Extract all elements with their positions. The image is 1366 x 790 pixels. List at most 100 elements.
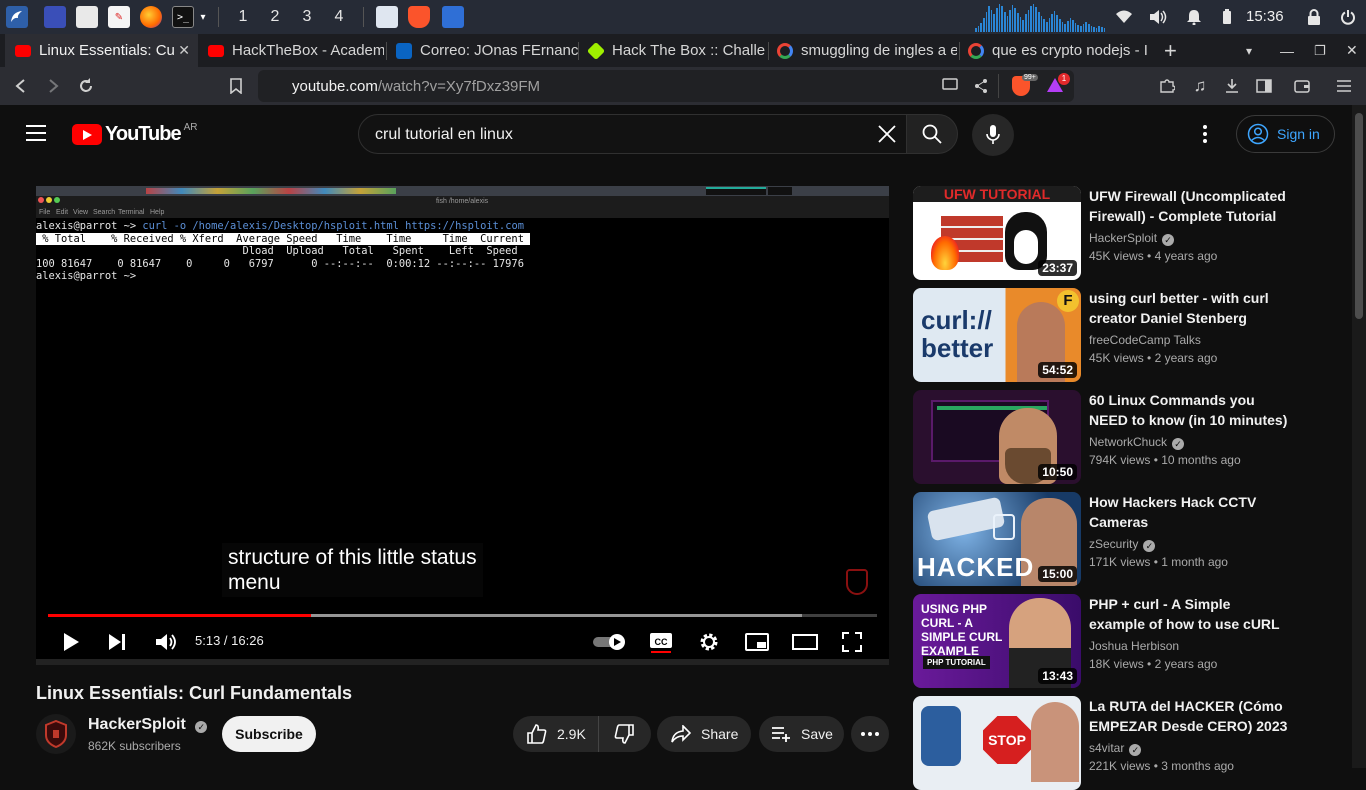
fullscreen-icon[interactable] <box>841 630 863 654</box>
clear-search-icon[interactable] <box>877 124 897 149</box>
minimize-window-icon[interactable]: — <box>1270 34 1294 67</box>
reload-icon[interactable] <box>75 75 97 97</box>
show-desktop-icon[interactable] <box>44 6 66 28</box>
autoplay-toggle[interactable] <box>593 630 627 654</box>
window-app-icon[interactable] <box>442 6 464 28</box>
channel-avatar[interactable] <box>36 714 76 754</box>
search-input[interactable]: crul tutorial en linux <box>358 114 908 154</box>
recommendation-title[interactable]: La RUTA del HACKER (Cómo EMPEZAR Desde C… <box>1089 696 1289 736</box>
recommendation-item[interactable]: HACKED 15:00 How Hackers Hack CCTV Camer… <box>913 492 1343 586</box>
video-progress-bar[interactable] <box>48 614 877 617</box>
recommendation-title[interactable]: PHP + curl - A Simple example of how to … <box>1089 594 1289 634</box>
parrot-menu-icon[interactable] <box>6 6 28 28</box>
subscribe-button[interactable]: Subscribe <box>222 716 316 752</box>
video-player[interactable]: fish /home/alexis File Edit View Search … <box>36 186 889 665</box>
battery-icon[interactable] <box>1218 0 1236 34</box>
more-options-icon[interactable] <box>1202 124 1208 149</box>
recommendation-title[interactable]: UFW Firewall (Uncomplicated Firewall) - … <box>1089 186 1289 226</box>
text-editor-icon[interactable]: ✎ <box>108 6 130 28</box>
miniplayer-icon[interactable] <box>745 630 769 654</box>
window-brave-icon[interactable] <box>408 6 430 28</box>
dislike-button[interactable] <box>599 716 649 752</box>
close-window-icon[interactable]: ✕ <box>1336 34 1360 67</box>
workspace-4[interactable]: 4 <box>323 8 355 26</box>
tab-hackthebox-academy[interactable]: HackTheBox - Academy <box>198 34 384 67</box>
recommendation-channel[interactable]: HackerSploit ✓ <box>1089 231 1175 246</box>
channel-name[interactable]: HackerSploit ✓ <box>88 716 208 734</box>
media-music-icon[interactable]: ♫ <box>1189 75 1211 97</box>
voice-search-button[interactable] <box>972 114 1014 156</box>
volume-icon[interactable] <box>1148 0 1168 34</box>
close-tab-icon[interactable]: ✕ <box>174 42 190 59</box>
browser-menu-icon[interactable] <box>1333 75 1355 97</box>
workspace-1[interactable]: 1 <box>227 8 259 26</box>
recommendation-channel[interactable]: freeCodeCamp Talks <box>1089 333 1201 347</box>
tab-htb-challenges[interactable]: Hack The Box :: Challen <box>578 34 766 67</box>
video-thumbnail[interactable]: curl:// better F 54:52 <box>913 288 1081 382</box>
wifi-icon[interactable] <box>1114 0 1134 34</box>
tab-google-crypto[interactable]: que es crypto nodejs - I <box>958 34 1150 67</box>
share-button[interactable]: Share <box>657 716 751 752</box>
downloads-icon[interactable] <box>1221 75 1243 97</box>
back-icon[interactable] <box>10 75 32 97</box>
recommendation-item[interactable]: STOP La RUTA del HACKER (Cómo EMPEZAR De… <box>913 696 1343 790</box>
recommendation-title[interactable]: using curl better - with curl creator Da… <box>1089 288 1289 328</box>
cast-icon[interactable] <box>942 78 958 97</box>
play-button[interactable] <box>60 630 82 654</box>
video-thumbnail[interactable]: STOP <box>913 696 1081 790</box>
tab-list-chevron-icon[interactable]: ▾ <box>1236 34 1260 67</box>
video-thumbnail[interactable]: 10:50 <box>913 390 1081 484</box>
recommendation-title[interactable]: How Hackers Hack CCTV Cameras <box>1089 492 1289 532</box>
terminal-icon[interactable]: >_ <box>172 6 194 28</box>
clock[interactable]: 15:36 <box>1246 8 1284 25</box>
like-button[interactable]: 2.9K <box>513 716 599 752</box>
video-thumbnail[interactable]: USING PHP CURL - A SIMPLE CURL EXAMPLE P… <box>913 594 1081 688</box>
chevron-down-icon[interactable]: ▾ <box>196 6 210 28</box>
next-video-button[interactable] <box>106 630 128 654</box>
recommendation-channel[interactable]: zSecurity ✓ <box>1089 537 1156 552</box>
lock-icon[interactable] <box>1304 0 1324 34</box>
hamburger-menu-icon[interactable] <box>26 125 46 146</box>
recommendation-channel[interactable]: Joshua Herbison <box>1089 639 1179 653</box>
theater-mode-icon[interactable] <box>792 630 818 654</box>
share-page-icon[interactable] <box>974 78 988 99</box>
notifications-bell-icon[interactable] <box>1184 0 1204 34</box>
recommendation-item[interactable]: USING PHP CURL - A SIMPLE CURL EXAMPLE P… <box>913 594 1343 688</box>
recommendation-item[interactable]: curl:// better F 54:52 using curl better… <box>913 288 1343 382</box>
maximize-window-icon[interactable]: ❐ <box>1304 34 1328 67</box>
recommendation-item[interactable]: UFW TUTORIAL 23:37 UFW Firewall (Uncompl… <box>913 186 1343 280</box>
settings-gear-icon[interactable] <box>697 630 721 654</box>
new-tab-button[interactable]: + <box>1160 34 1188 67</box>
recommendation-channel[interactable]: NetworkChuck ✓ <box>1089 435 1185 450</box>
tab-outlook-correo[interactable]: Correo: JOnas FErnanc <box>386 34 578 67</box>
extensions-puzzle-icon[interactable] <box>1156 75 1178 97</box>
sidebar-toggle-icon[interactable] <box>1253 75 1275 97</box>
video-thumbnail[interactable]: HACKED 15:00 <box>913 492 1081 586</box>
bookmark-icon[interactable] <box>225 75 247 97</box>
power-icon[interactable] <box>1338 0 1358 34</box>
url-text[interactable]: youtube.com/watch?v=Xy7fDxz39FM <box>292 78 540 95</box>
mute-volume-button[interactable] <box>154 630 178 654</box>
firefox-icon[interactable] <box>140 6 162 28</box>
tab-linux-essentials[interactable]: Linux Essentials: Cu ✕ <box>5 34 198 67</box>
save-button[interactable]: Save <box>759 716 844 752</box>
youtube-logo[interactable]: YouTube AR <box>72 122 197 146</box>
window-file-manager-icon[interactable] <box>376 6 398 28</box>
sign-in-button[interactable]: Sign in <box>1236 115 1335 153</box>
forward-icon[interactable] <box>42 75 64 97</box>
workspace-2[interactable]: 2 <box>259 8 291 26</box>
recommendation-item[interactable]: 10:50 60 Linux Commands you NEED to know… <box>913 390 1343 484</box>
workspace-3[interactable]: 3 <box>291 8 323 26</box>
closed-captions-button[interactable]: CC <box>649 630 673 654</box>
address-bar[interactable]: youtube.com/watch?v=Xy7fDxz39FM 99+ 1 <box>258 70 1074 102</box>
tab-google-smuggling[interactable]: smuggling de ingles a e <box>767 34 957 67</box>
recommendation-channel[interactable]: s4vitar ✓ <box>1089 741 1142 756</box>
video-thumbnail[interactable]: UFW TUTORIAL 23:37 <box>913 186 1081 280</box>
recommendation-title[interactable]: 60 Linux Commands you NEED to know (in 1… <box>1089 390 1289 430</box>
file-manager-icon[interactable] <box>76 6 98 28</box>
page-scrollbar[interactable] <box>1352 105 1366 768</box>
wallet-icon[interactable] <box>1291 75 1313 97</box>
search-button[interactable] <box>906 114 958 154</box>
scrollbar-thumb[interactable] <box>1355 113 1363 319</box>
more-actions-button[interactable] <box>851 716 889 752</box>
